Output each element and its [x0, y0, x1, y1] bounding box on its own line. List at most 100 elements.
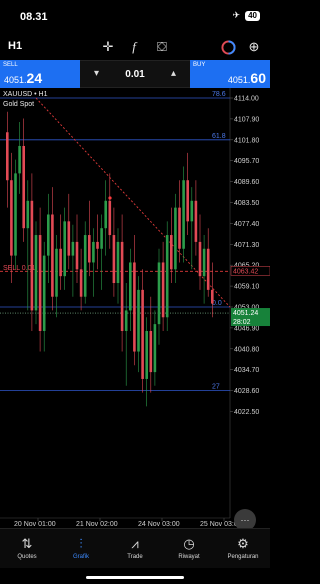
candle-body: [34, 235, 38, 311]
candle-body: [137, 289, 140, 352]
price-chart[interactable]: 4114.00 4107.90 4101.80 4095.70 4089.60 4083.…: [0, 88, 271, 528]
objects-icon[interactable]: ⛋: [152, 37, 172, 57]
candle-body: [124, 310, 128, 331]
candle-body: [104, 200, 107, 229]
bar-countdown: 28:02: [233, 319, 251, 326]
candle-body: [120, 241, 124, 331]
price-tick-label: 4034.70: [234, 367, 259, 374]
candle-body: [38, 235, 42, 331]
fib-level-label: 27: [212, 384, 220, 391]
tab-label: Trade: [127, 554, 143, 560]
candle-body: [141, 289, 144, 379]
trade-icon: ⩘: [131, 536, 139, 551]
candle-body: [161, 262, 165, 318]
price-tick-label: 4077.40: [234, 221, 259, 228]
tab-quotes[interactable]: ⇅ Quotes: [0, 529, 54, 568]
candle-body: [153, 324, 157, 373]
candle-body: [129, 262, 132, 311]
candle-body: [174, 207, 177, 270]
fib-level-label: 61.8: [212, 133, 226, 140]
candle-body: [211, 289, 214, 304]
candle-body: [18, 145, 21, 174]
candle-body: [83, 235, 87, 297]
tab-label: Pengaturan: [227, 554, 259, 560]
status-bar: 08.31 ✈ 40: [0, 0, 270, 34]
sell-price: 4051.24: [4, 70, 43, 86]
buy-label: BUY: [193, 62, 206, 68]
price-tick-label: 4114.00: [234, 96, 259, 103]
price-tick-label: 4095.70: [234, 158, 259, 165]
candle-body: [26, 200, 30, 229]
sell-button[interactable]: SELL 4051.24: [0, 60, 80, 88]
candle-body: [133, 262, 136, 352]
candle-body: [116, 241, 120, 284]
trade-toggle-icon[interactable]: [218, 37, 238, 57]
candle-body: [51, 214, 54, 297]
price-tick-label: 4040.80: [234, 346, 259, 353]
crosshair-icon[interactable]: ✛: [98, 37, 118, 57]
candle-body: [145, 330, 148, 379]
tab-label: Quotes: [17, 554, 37, 560]
one-click-panel: SELL 4051.24 ▾ 0.01 ▴ BUY 4051.60: [0, 60, 270, 88]
chart-info: XAUUSD • H1 Gold Spot: [3, 90, 47, 110]
candle-body: [194, 200, 198, 242]
time-label: 20 Nov 01:00: [14, 521, 56, 526]
history-icon: ◷: [183, 536, 195, 551]
price-tick-label: 4059.10: [234, 284, 259, 291]
candle-body: [182, 180, 185, 249]
bid-price-tag: 4051.24: [233, 310, 258, 317]
candle-body: [165, 235, 169, 318]
candle-body: [198, 241, 202, 277]
candle-body: [92, 241, 95, 263]
function-icon[interactable]: f: [124, 37, 144, 57]
candle-body: [170, 235, 173, 270]
price-tick-label: 4028.60: [234, 388, 259, 395]
candle-body: [59, 248, 62, 277]
price-tick-label: 4083.50: [234, 200, 259, 207]
chart-canvas[interactable]: 4114.00 4107.90 4101.80 4095.70 4089.60 4083.…: [0, 88, 271, 528]
tab-grafik[interactable]: ⫶ Grafik: [54, 529, 108, 568]
quotes-icon: ⇅: [21, 536, 33, 551]
tab-trade[interactable]: ⩘ Trade: [108, 529, 162, 568]
airplane-icon: ✈: [232, 10, 241, 20]
status-time: 08.31: [20, 11, 48, 23]
price-tick-label: 4101.80: [234, 137, 259, 144]
candle-body: [108, 200, 112, 236]
buy-price: 4051.60: [227, 70, 266, 86]
candle-body: [178, 207, 181, 249]
bottom-tab-bar: ⇅ Quotes ⫶ Grafik ⩘ Trade ◷ Riwayat ⚙ Pengaturan: [0, 528, 270, 568]
fib-level-label: 78.6: [212, 91, 226, 98]
candle-body: [112, 235, 116, 284]
home-indicator: [86, 576, 184, 579]
candle-body: [14, 173, 17, 256]
time-label: 24 Nov 03:00: [138, 521, 180, 526]
timeframe-button[interactable]: H1: [8, 40, 22, 52]
status-icons: ✈ 40: [233, 10, 260, 21]
candle-body: [186, 180, 189, 222]
tab-label: Riwayat: [178, 554, 200, 560]
price-tick-label: 4046.90: [234, 325, 259, 332]
candle-body: [10, 180, 13, 256]
tab-label: Grafik: [72, 554, 89, 560]
candle-body: [22, 145, 25, 229]
symbol-description: Gold Spot: [3, 101, 35, 108]
battery-icon: 40: [245, 10, 260, 21]
volume-control[interactable]: ▾ 0.01 ▴: [80, 60, 190, 88]
tab-riwayat[interactable]: ◷ Riwayat: [162, 529, 216, 568]
symbol-label: XAUUSD • H1: [3, 91, 48, 98]
candle-body: [71, 241, 75, 256]
new-order-icon[interactable]: ⊕: [244, 37, 264, 57]
price-tick-label: 4107.90: [234, 116, 259, 123]
candle-body: [149, 330, 153, 373]
candle-body: [6, 132, 9, 181]
settings-icon: ⚙: [237, 536, 249, 551]
tab-pengaturan[interactable]: ⚙ Pengaturan: [216, 529, 270, 568]
volume-up-icon[interactable]: ▴: [171, 68, 176, 79]
chart-toolbar: H1 ✛ f ⛋ ⊕: [0, 34, 270, 60]
candle-body: [190, 200, 194, 222]
chart-icon: ⫶: [79, 536, 83, 551]
candle-body: [202, 248, 206, 277]
candle-body: [30, 200, 34, 311]
candle-body: [42, 255, 46, 331]
buy-button[interactable]: BUY 4051.60: [190, 60, 270, 88]
